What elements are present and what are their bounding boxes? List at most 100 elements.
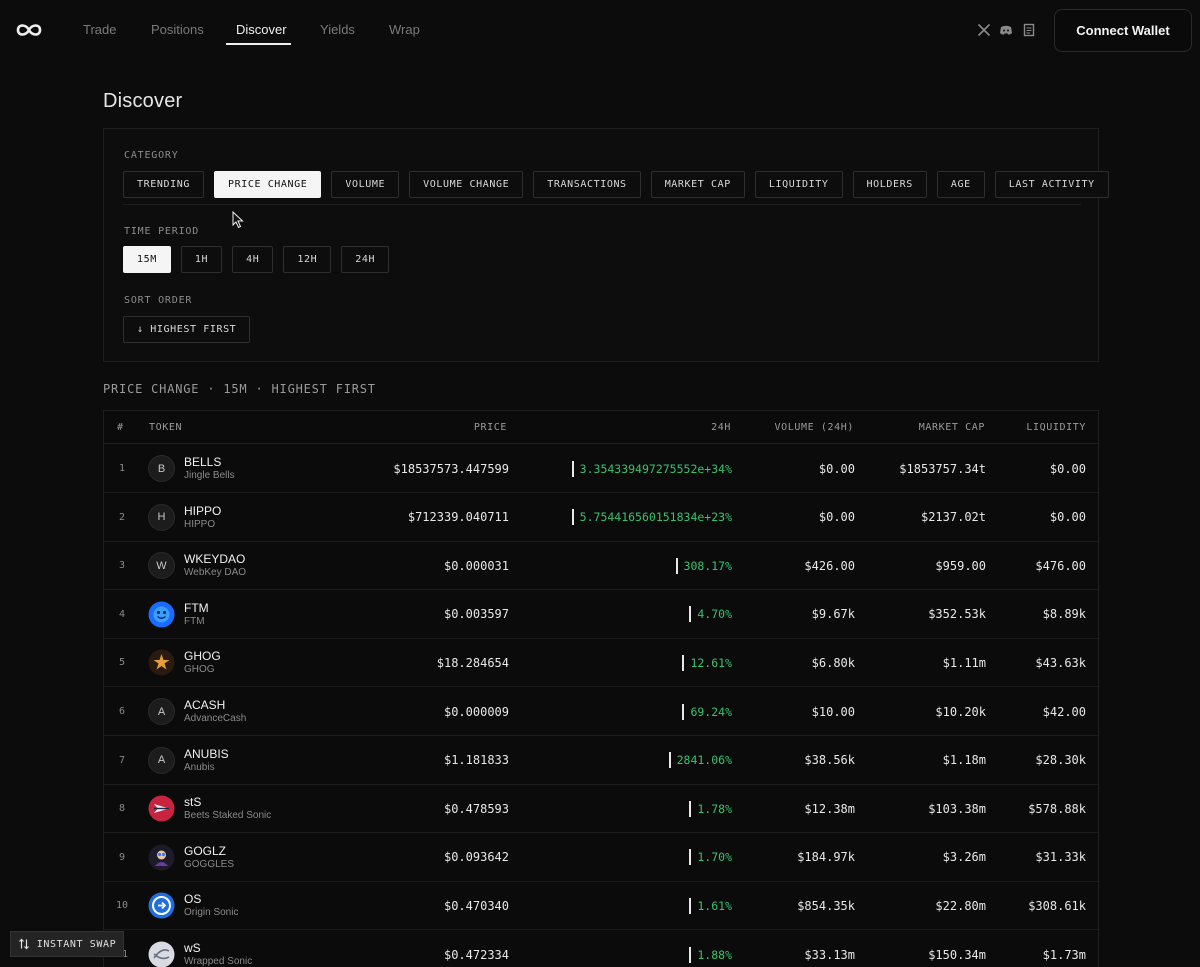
- category-volume[interactable]: VOLUME: [331, 171, 400, 198]
- token-market-cap: $1.11m: [942, 655, 986, 670]
- nav-trade[interactable]: Trade: [83, 22, 116, 38]
- change-indicator-bar: [675, 557, 678, 574]
- sort-order-button[interactable]: ↓ HIGHEST FIRST: [123, 316, 251, 343]
- table-row[interactable]: 11wSWrapped Sonic$0.4723341.88%$33.13m$1…: [104, 930, 1098, 967]
- app-logo-icon[interactable]: [14, 20, 44, 40]
- table-row[interactable]: 4 FTM FTM $0.003597 4.70% $9.67k $352.53k $8.89…: [104, 590, 1098, 639]
- token-volume: $426.00: [804, 558, 855, 573]
- category-holders[interactable]: HOLDERS: [852, 171, 927, 198]
- header-market-cap[interactable]: MARKET CAP: [919, 422, 985, 433]
- period-15m[interactable]: 15M: [123, 246, 171, 273]
- price-change-cell: 3.354339497275552e+34%: [514, 444, 732, 493]
- table-row[interactable]: 7 A ANUBIS Anubis $1.181833 2841.06% $38.56k $1…: [104, 736, 1098, 785]
- row-rank: 3: [118, 560, 126, 572]
- token-liquidity: $31.33k: [1035, 850, 1086, 865]
- token-volume: $10.00: [811, 704, 855, 719]
- connect-wallet-button[interactable]: Connect Wallet: [1054, 9, 1192, 52]
- header-change[interactable]: 24H: [711, 422, 731, 433]
- nav-discover[interactable]: Discover: [236, 22, 287, 38]
- x-icon[interactable]: [977, 23, 991, 37]
- token-market-cap: $959.00: [935, 558, 986, 573]
- docs-icon[interactable]: [1022, 23, 1036, 37]
- table-row[interactable]: 6 A ACASH AdvanceCash $0.000009 69.24% $10.00 $…: [104, 687, 1098, 736]
- nav-yields[interactable]: Yields: [320, 22, 355, 38]
- price-change-value: 1.70%: [697, 850, 732, 865]
- token-avatar: W: [148, 552, 175, 580]
- price-change-cell: 1.70%: [514, 833, 732, 882]
- token-avatar-letter: A: [157, 705, 166, 718]
- change-indicator-bar: [689, 897, 692, 914]
- nav-positions[interactable]: Positions: [151, 22, 204, 38]
- token-liquidity: $578.88k: [1028, 801, 1086, 816]
- swap-arrows-icon: [18, 938, 29, 950]
- category-market-cap[interactable]: MARKET CAP: [650, 171, 745, 198]
- token-name: Beets Staked Sonic: [184, 810, 272, 822]
- token-price: $1.181833: [443, 753, 509, 768]
- token-avatar: [148, 601, 175, 628]
- instant-swap-button[interactable]: INSTANT SWAP: [10, 931, 124, 957]
- category-liquidity[interactable]: LIQUIDITY: [754, 171, 843, 198]
- token-volume: $6.80k: [811, 655, 855, 670]
- token-price: $0.093642: [443, 850, 509, 865]
- period-1h[interactable]: 1H: [180, 246, 223, 273]
- token-market-cap: $10.20k: [935, 704, 986, 719]
- price-change-value: 3.354339497275552e+34%: [579, 461, 732, 476]
- token-name: Jingle Bells: [184, 470, 235, 481]
- header-volume[interactable]: VOLUME (24H): [775, 422, 854, 433]
- sts-token-icon: [148, 795, 175, 822]
- table-row[interactable]: 5 GHOG GHOG $18.284654 12.61% $6.80k $1.11m $43…: [104, 638, 1098, 688]
- token-avatar-letter: H: [157, 511, 166, 524]
- change-indicator-bar: [689, 800, 692, 817]
- token-liquidity: $0.00: [1049, 510, 1086, 525]
- table-row[interactable]: 3 W WKEYDAO WebKey DAO $0.000031 308.17% $426.…: [104, 541, 1098, 591]
- token-avatar: [148, 892, 175, 919]
- category-volume-change[interactable]: VOLUME CHANGE: [409, 171, 524, 198]
- sort-order-label: SORT ORDER: [124, 295, 193, 306]
- header-liquidity[interactable]: LIQUIDITY: [1026, 422, 1086, 433]
- filter-panel: CATEGORY TRENDING PRICE CHANGE VOLUME VO…: [103, 128, 1109, 362]
- token-market-cap: $150.34m: [928, 947, 986, 962]
- token-name: Origin Sonic: [184, 907, 239, 919]
- period-4h[interactable]: 4H: [232, 246, 274, 273]
- row-rank: 8: [118, 803, 126, 815]
- token-avatar: A: [148, 746, 175, 774]
- period-24h[interactable]: 24H: [341, 246, 390, 273]
- token-liquidity: $43.63k: [1035, 655, 1086, 670]
- table-row[interactable]: 1 B BELLS Jingle Bells $18537573.447599 3.354…: [104, 444, 1098, 493]
- token-symbol: WKEYDAO: [184, 552, 246, 567]
- token-volume: $184.97k: [797, 850, 855, 865]
- token-avatar: H: [148, 503, 175, 531]
- token-market-cap: $1853757.34t: [899, 461, 986, 476]
- token-price: $0.000009: [443, 704, 509, 719]
- header-price[interactable]: PRICE: [474, 422, 507, 433]
- header-token[interactable]: TOKEN: [149, 422, 182, 433]
- table-row[interactable]: 2 H HIPPO HIPPO $712339.040711 5.754416560151…: [104, 493, 1098, 542]
- row-rank: 1: [118, 463, 126, 474]
- price-change-cell: 12.61%: [514, 638, 732, 687]
- token-volume: $854.35k: [797, 898, 855, 913]
- category-transactions[interactable]: TRANSACTIONS: [533, 171, 641, 198]
- token-table: # TOKEN PRICE 24H VOLUME (24H) MARKET CA…: [103, 410, 1099, 967]
- sort-order-row: ↓ HIGHEST FIRST: [123, 316, 251, 343]
- category-trending[interactable]: TRENDING: [123, 171, 204, 198]
- change-indicator-bar: [689, 606, 692, 623]
- token-price: $712339.040711: [407, 510, 509, 525]
- token-symbol: GOGLZ: [184, 843, 227, 858]
- token-price: $18.284654: [436, 655, 509, 670]
- table-row[interactable]: 8 stS Beets Staked Sonic $0.478593 1.78% $12.…: [104, 784, 1098, 834]
- nav-active-indicator: [226, 43, 291, 45]
- token-volume: $9.67k: [811, 607, 855, 622]
- price-change-value: 12.61%: [690, 655, 732, 670]
- token-name: WebKey DAO: [184, 567, 247, 579]
- time-period-label: TIME PERIOD: [124, 226, 200, 237]
- nav-wrap[interactable]: Wrap: [389, 22, 420, 38]
- table-row[interactable]: 9 GOGLZ GOGGLES $0.093642 1.70% $184.97k $3.26…: [104, 833, 1098, 882]
- category-last-activity[interactable]: LAST ACTIVITY: [994, 171, 1109, 198]
- category-price-change[interactable]: PRICE CHANGE: [213, 171, 322, 198]
- table-row[interactable]: 10 OS Origin Sonic $0.470340 1.61% $854.35k $2…: [104, 881, 1098, 931]
- token-liquidity: $28.30k: [1035, 753, 1086, 768]
- discord-icon[interactable]: [999, 23, 1013, 37]
- category-age[interactable]: AGE: [936, 171, 985, 198]
- price-change-value: 2841.06%: [676, 753, 732, 768]
- period-12h[interactable]: 12H: [283, 246, 332, 273]
